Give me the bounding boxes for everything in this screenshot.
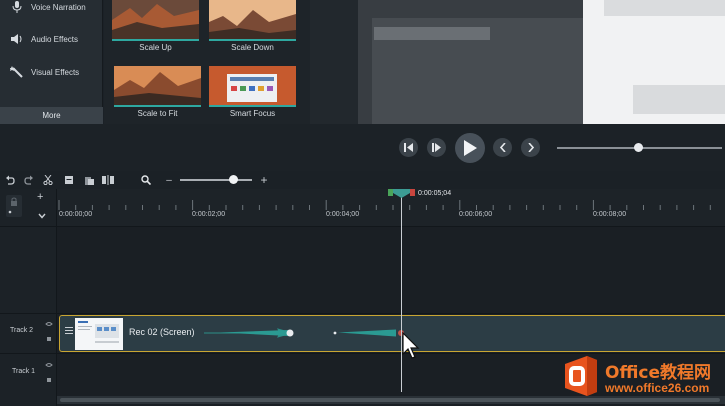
office-logo-icon: [565, 356, 597, 396]
ruler-tick-label: 0:00:06;00: [459, 211, 493, 218]
thumbnail-label: Scale Down: [231, 43, 274, 52]
tool-visual-effects[interactable]: Visual Effects: [0, 61, 103, 83]
copy-icon[interactable]: [63, 174, 75, 186]
undo-icon[interactable]: [4, 174, 16, 186]
play-button[interactable]: [455, 133, 485, 163]
playhead-handle[interactable]: [388, 189, 415, 198]
lane-divider: [0, 313, 725, 314]
magic-wand-icon: [10, 66, 24, 78]
redo-icon[interactable]: [23, 174, 35, 186]
zoom-slider-track[interactable]: [180, 179, 252, 181]
thumbnail-label: Smart Focus: [229, 109, 276, 118]
zoom-in-button[interactable]: +: [258, 173, 270, 187]
transition-thumb-smart-focus[interactable]: Smart Focus: [209, 66, 296, 118]
track-1-controls[interactable]: [45, 362, 53, 391]
next-icon: [527, 143, 534, 152]
canvas-panel-footer: [633, 85, 725, 114]
collapse-tracks-button[interactable]: [38, 206, 46, 224]
animation-start-point: [286, 329, 294, 337]
step-back-icon: [403, 143, 413, 152]
tools-panel: Voice Narration Audio Effects Visual Eff…: [0, 0, 103, 124]
canvas-panel-header: [604, 0, 725, 16]
lane-divider: [0, 353, 725, 354]
watermark: Office教程网 www.office26.com: [560, 355, 725, 403]
track-2-controls[interactable]: [45, 321, 53, 350]
playhead-line[interactable]: [401, 196, 402, 392]
clip-title: Rec 02 (Screen): [129, 327, 195, 337]
thumbnail-label: Scale Up: [139, 43, 172, 52]
microphone-icon: [10, 1, 24, 13]
thumbnail-image: [114, 66, 201, 107]
animation-arrows[interactable]: [200, 322, 410, 344]
play-icon: [464, 140, 477, 156]
transition-thumb-scale-down[interactable]: Scale Down: [209, 0, 296, 52]
step-forward-button[interactable]: [427, 138, 446, 157]
media-bin-scrollbar[interactable]: [302, 0, 308, 124]
previous-marker-button[interactable]: [493, 138, 512, 157]
transition-thumb-scale-to-fit[interactable]: Scale to Fit: [114, 66, 201, 118]
canvas-title-bar: [374, 27, 490, 40]
tool-voice-narration[interactable]: Voice Narration: [0, 0, 103, 18]
playhead-time: 0:00:05;04: [418, 190, 452, 197]
thumbnail-label: Scale to Fit: [137, 109, 178, 118]
thumbnail-image: [209, 0, 296, 41]
lane-divider: [0, 226, 725, 227]
tool-label: Visual Effects: [31, 67, 80, 77]
volume-slider-handle[interactable]: [634, 143, 643, 152]
chevron-down-icon: [38, 213, 46, 219]
canvas-preview[interactable]: [310, 0, 725, 124]
next-marker-button[interactable]: [521, 138, 540, 157]
paste-icon[interactable]: [83, 174, 95, 186]
ruler-tick-label: 0:00:00;00: [59, 211, 93, 218]
cut-icon[interactable]: [42, 174, 54, 186]
transition-thumb-scale-up[interactable]: Scale Up: [112, 0, 199, 52]
add-track-button[interactable]: +: [37, 191, 43, 203]
lock-icon: [8, 197, 17, 214]
thumbnail-image: [209, 66, 296, 107]
thumbnail-image: [112, 0, 199, 41]
track-1-label[interactable]: Track 1: [12, 368, 69, 375]
tool-audio-effects[interactable]: Audio Effects: [0, 28, 103, 50]
split-icon[interactable]: [102, 174, 114, 186]
tool-label: Voice Narration: [31, 2, 86, 12]
previous-icon: [499, 143, 506, 152]
clip-menu-icon[interactable]: [65, 321, 73, 339]
watermark-title: Office教程网: [605, 363, 712, 383]
watermark-url: www.office26.com: [605, 381, 710, 395]
zoom-out-button[interactable]: –: [163, 174, 175, 186]
zoom-magnifier-icon[interactable]: [140, 174, 152, 186]
mouse-cursor-icon: [402, 332, 420, 359]
clip-thumbnail: [75, 318, 123, 350]
ruler-ticks: [58, 200, 711, 210]
zoom-slider-handle[interactable]: [229, 175, 238, 184]
step-back-button[interactable]: [399, 138, 418, 157]
track-lock-toggle[interactable]: [6, 195, 22, 217]
speaker-icon: [10, 33, 24, 45]
ruler-tick-label: 0:00:08;00: [593, 211, 627, 218]
animation-point: [333, 331, 337, 335]
more-button[interactable]: More: [0, 107, 103, 124]
ruler-tick-label: 0:00:02;00: [192, 211, 226, 218]
ruler-tick-label: 0:00:04;00: [326, 211, 360, 218]
step-forward-icon: [431, 143, 441, 152]
tool-label: Audio Effects: [31, 34, 78, 44]
